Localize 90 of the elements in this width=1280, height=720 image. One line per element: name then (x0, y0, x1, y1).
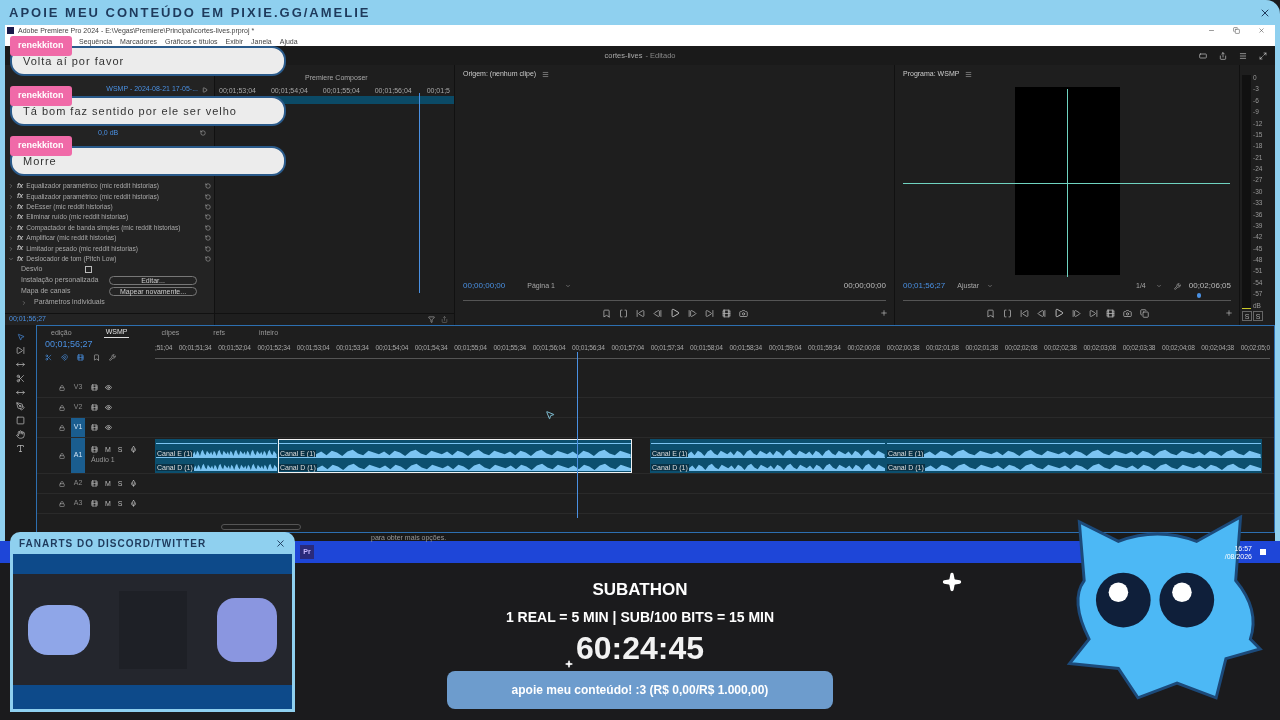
chat-username: renekkiton (10, 86, 72, 106)
step-back-icon[interactable] (652, 308, 662, 318)
mic-icon[interactable] (129, 445, 137, 453)
caret-icon (1155, 283, 1162, 289)
restore-icon[interactable] (1233, 27, 1240, 34)
step-back-icon[interactable] (1036, 308, 1046, 318)
go-to-out-icon[interactable] (1088, 308, 1098, 318)
play-icon[interactable] (1053, 308, 1064, 318)
close-icon[interactable] (275, 537, 286, 549)
timecode[interactable]: 00;01;56;27 (903, 280, 946, 292)
scrollbar[interactable] (221, 524, 301, 530)
caret-icon (987, 283, 994, 289)
mark-in-out-icon[interactable] (618, 308, 628, 318)
reset-icon[interactable] (205, 203, 211, 210)
duration: 00;00;00;00 (843, 280, 886, 292)
slip-tool-icon[interactable] (16, 388, 25, 397)
timecode[interactable]: 00;01;56;27 (45, 338, 155, 352)
duration: 00;02;06;05 (1188, 280, 1231, 292)
mic-icon[interactable] (129, 500, 137, 507)
reset-icon[interactable] (205, 183, 211, 190)
subathon-timer: 60:24:45 (575, 628, 705, 668)
menu-icon[interactable] (1239, 51, 1247, 60)
panel-title: FANARTS DO DISCORD/TWITTER (19, 536, 207, 551)
rectangle-tool-icon[interactable] (16, 416, 25, 425)
lock-icon[interactable] (59, 404, 65, 411)
cursor-icon (545, 410, 555, 420)
eye-icon[interactable] (105, 404, 112, 411)
settings-icon[interactable] (109, 353, 116, 361)
play-icon[interactable] (202, 86, 208, 93)
play-icon[interactable] (669, 308, 680, 318)
filter-icon[interactable] (428, 316, 435, 323)
scrub-bar[interactable] (903, 293, 1231, 301)
reset-icon[interactable] (200, 130, 206, 136)
snap-icon[interactable] (61, 353, 68, 361)
camera-icon[interactable] (738, 308, 748, 318)
reset-icon[interactable] (205, 224, 211, 231)
subathon-title: SUBATHON (592, 579, 688, 601)
sparkle-icon (565, 660, 573, 668)
reset-icon[interactable] (205, 214, 211, 221)
fullscreen-icon[interactable] (1259, 51, 1267, 60)
add-icon[interactable] (1225, 309, 1233, 317)
caret-icon (564, 283, 571, 289)
marker-icon[interactable] (985, 308, 995, 318)
go-to-out-icon[interactable] (704, 308, 714, 318)
mic-icon[interactable] (129, 480, 137, 487)
export-icon[interactable] (441, 316, 448, 323)
ripple-edit-icon[interactable] (16, 360, 25, 369)
mark-in-out-icon[interactable] (1002, 308, 1012, 318)
banner-title: APOIE MEU CONTEÚDO EM PIXIE.GG/AMELIE (9, 3, 371, 22)
step-forward-icon[interactable] (687, 308, 697, 318)
razor-tool-icon[interactable] (16, 374, 25, 383)
share-icon[interactable] (1219, 51, 1227, 60)
reset-icon[interactable] (205, 235, 211, 242)
timecode[interactable]: 00;00;00;00 (463, 280, 506, 292)
marker-icon[interactable] (601, 308, 611, 318)
add-icon[interactable] (880, 309, 888, 317)
pen-tool-icon[interactable] (16, 402, 25, 411)
lock-icon[interactable] (59, 452, 65, 459)
reset-icon[interactable] (205, 255, 211, 262)
hand-tool-icon[interactable] (16, 430, 25, 439)
app-icon (7, 27, 14, 34)
camera-icon[interactable] (1122, 308, 1132, 318)
sparkle-icon (942, 572, 962, 592)
reset-icon[interactable] (205, 245, 211, 252)
lock-icon[interactable] (59, 384, 65, 391)
chat-username: renekkiton (10, 36, 72, 56)
fanart-drawing (217, 597, 278, 662)
eye-icon[interactable] (105, 384, 112, 391)
subathon-rates: 1 REAL = 5 MIN | SUB/100 BITS = 15 MIN (505, 607, 775, 627)
menu-icon[interactable] (965, 70, 973, 78)
chat-username: renekkiton (10, 136, 72, 156)
step-forward-icon[interactable] (1071, 308, 1081, 318)
settings-icon[interactable] (1173, 282, 1181, 290)
compare-icon[interactable] (1139, 308, 1149, 318)
bypass-checkbox[interactable] (85, 266, 92, 274)
type-tool-icon[interactable] (16, 444, 25, 453)
goal-label: apoie meu conteúdo! :3 (R$ 0,00/R$ 1.000,00) (511, 681, 769, 699)
lock-icon[interactable] (59, 500, 65, 507)
eye-icon[interactable] (105, 424, 112, 431)
go-to-in-icon[interactable] (1019, 308, 1029, 318)
marker-icon[interactable] (93, 353, 100, 361)
minimize-icon[interactable] (1208, 27, 1215, 34)
menu-icon[interactable] (542, 70, 550, 78)
reset-icon[interactable] (205, 193, 211, 200)
workspace-icon[interactable] (1199, 51, 1207, 60)
fanart-drawing (27, 604, 90, 655)
lock-icon[interactable] (59, 424, 65, 431)
selection-tool-icon[interactable] (16, 333, 25, 341)
go-to-in-icon[interactable] (635, 308, 645, 318)
lock-icon[interactable] (59, 480, 65, 487)
